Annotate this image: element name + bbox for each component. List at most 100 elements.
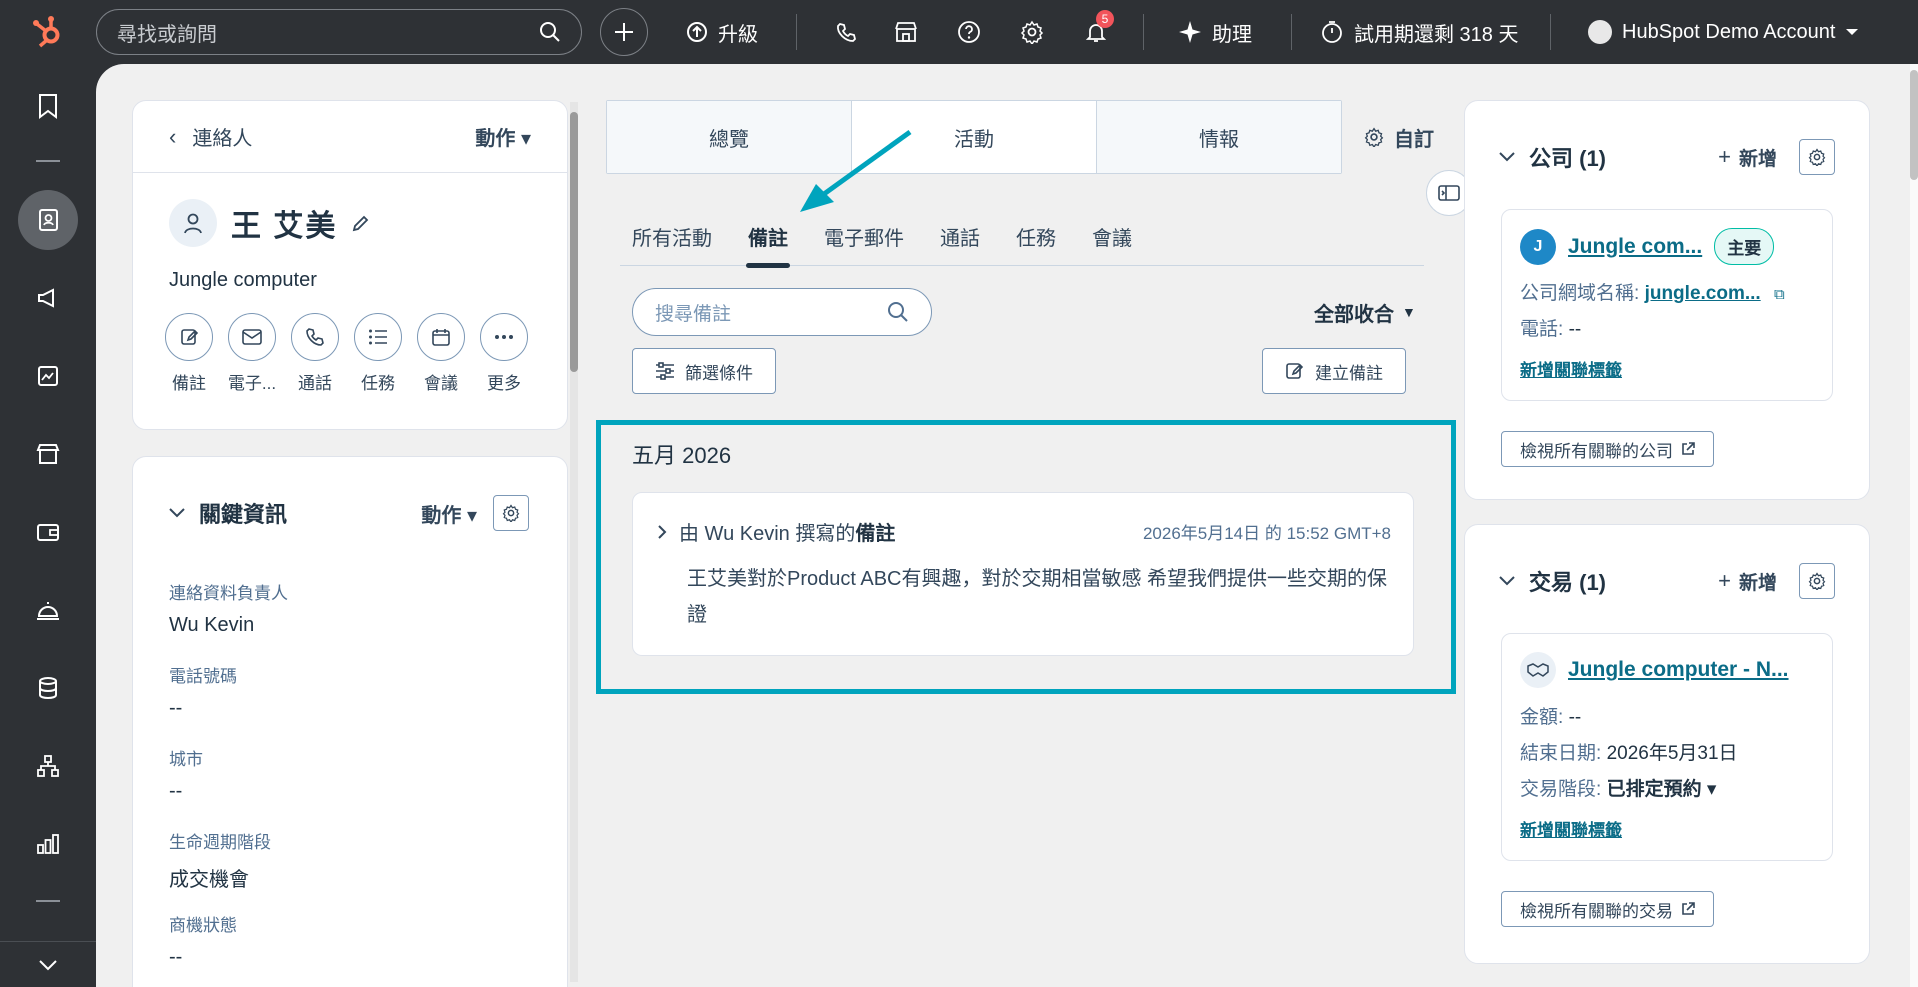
property-contact-owner[interactable]: 連絡資料負責人 Wu Kevin bbox=[169, 579, 288, 637]
global-search-input[interactable]: 尋找或詢問 bbox=[96, 9, 582, 55]
create-note-button[interactable]: 建立備註 bbox=[1262, 348, 1406, 394]
add-deal-button[interactable]: + 新增 bbox=[1718, 568, 1777, 595]
notification-count-badge: 5 bbox=[1096, 10, 1114, 28]
contacts-icon[interactable] bbox=[18, 190, 78, 250]
scrollbar-thumb[interactable] bbox=[570, 112, 578, 372]
key-info-actions-dropdown[interactable]: 動作 ▾ bbox=[421, 499, 477, 528]
subtab-emails[interactable]: 電子郵件 bbox=[806, 206, 922, 266]
property-phone[interactable]: 電話號碼 -- bbox=[169, 662, 237, 720]
key-info-settings-button[interactable] bbox=[493, 495, 529, 531]
trial-status-button[interactable]: 試用期還剩 318 天 bbox=[1320, 0, 1518, 64]
contact-header-bar: ‹ 連絡人 動作 ▾ bbox=[133, 101, 567, 173]
subtab-calls[interactable]: 通話 bbox=[922, 206, 998, 266]
data-database-icon[interactable] bbox=[18, 658, 78, 718]
tab-activities[interactable]: 活動 bbox=[852, 101, 1097, 173]
contact-name-row: 王 艾美 bbox=[169, 199, 371, 247]
chevron-down-icon[interactable] bbox=[1499, 576, 1515, 586]
company-title-row: J Jungle com... 主要 bbox=[1520, 228, 1775, 265]
property-lead-status[interactable]: 商機狀態 -- bbox=[169, 911, 237, 969]
customize-tabs-button[interactable]: 自訂 bbox=[1364, 100, 1434, 174]
view-all-companies-button[interactable]: 檢視所有關聯的公司 bbox=[1501, 431, 1714, 467]
subtab-notes[interactable]: 備註 bbox=[730, 206, 806, 268]
commerce-store-icon[interactable] bbox=[18, 424, 78, 484]
quick-action-meeting[interactable]: 會議 bbox=[417, 313, 465, 394]
scrollbar-thumb[interactable] bbox=[1910, 70, 1918, 180]
quick-action-note[interactable]: 備註 bbox=[165, 313, 213, 394]
back-to-contacts-link[interactable]: 連絡人 bbox=[192, 122, 252, 151]
copy-icon[interactable]: ⧉ bbox=[1774, 286, 1785, 303]
left-column-scrollbar[interactable] bbox=[570, 102, 578, 982]
divider bbox=[1143, 14, 1144, 50]
deal-name-link[interactable]: Jungle computer - N... bbox=[1568, 658, 1789, 682]
notifications-bell-icon[interactable]: 5 bbox=[1082, 10, 1114, 46]
divider bbox=[1291, 14, 1292, 50]
subtab-meetings[interactable]: 會議 bbox=[1074, 206, 1150, 266]
upgrade-button[interactable]: 升級 bbox=[686, 0, 758, 64]
content-icon[interactable] bbox=[18, 346, 78, 406]
main-content-area: ‹ 連絡人 動作 ▾ 王 艾美 Jungle computer 備註 電子...… bbox=[96, 64, 1918, 987]
filter-label: 篩選條件 bbox=[685, 363, 753, 383]
wallet-icon[interactable] bbox=[18, 502, 78, 562]
marketplace-icon[interactable] bbox=[892, 18, 920, 46]
expand-rail-button[interactable] bbox=[0, 941, 96, 987]
bookmark-icon[interactable] bbox=[18, 76, 78, 136]
settings-gear-icon[interactable] bbox=[1018, 18, 1046, 46]
search-notes-input[interactable]: 搜尋備註 bbox=[632, 288, 932, 336]
key-info-card: 關鍵資訊 動作 ▾ 連絡資料負責人 Wu Kevin 電話號碼 -- 城市 --… bbox=[132, 456, 568, 987]
add-association-label-link[interactable]: 新增關聯標籤 bbox=[1520, 356, 1622, 381]
filter-button[interactable]: 篩選條件 bbox=[632, 348, 776, 394]
reports-bar-chart-icon[interactable] bbox=[18, 814, 78, 874]
chevron-right-icon[interactable] bbox=[657, 524, 667, 540]
help-icon[interactable] bbox=[955, 18, 983, 46]
property-label: 生命週期階段 bbox=[169, 833, 271, 852]
phone-icon[interactable] bbox=[832, 18, 860, 46]
property-lifecycle-stage[interactable]: 生命週期階段 成交機會 bbox=[169, 828, 271, 892]
deals-settings-button[interactable] bbox=[1799, 563, 1835, 599]
hubspot-logo-icon[interactable] bbox=[0, 0, 96, 64]
view-all-deals-label: 檢視所有關聯的交易 bbox=[1520, 901, 1673, 921]
service-bell-icon[interactable] bbox=[18, 580, 78, 640]
companies-settings-button[interactable] bbox=[1799, 139, 1835, 175]
plus-icon: + bbox=[1718, 568, 1731, 593]
search-notes-placeholder: 搜尋備註 bbox=[655, 303, 732, 325]
global-search-placeholder: 尋找或詢問 bbox=[117, 23, 217, 46]
add-association-label-link[interactable]: 新增關聯標籤 bbox=[1520, 816, 1622, 841]
tab-overview[interactable]: 總覽 bbox=[607, 101, 852, 173]
add-company-button[interactable]: + 新增 bbox=[1718, 144, 1777, 171]
note-body-text: 王艾美對於Product ABC有興趣，對於交期相當敏感 希望我們提供一些交期的… bbox=[687, 568, 1388, 626]
view-all-deals-button[interactable]: 檢視所有關聯的交易 bbox=[1501, 891, 1714, 927]
edit-pencil-icon[interactable] bbox=[351, 213, 371, 233]
stage-value: 已排定預約 bbox=[1606, 779, 1702, 800]
chevron-down-icon[interactable] bbox=[1499, 152, 1515, 162]
deals-card: 交易 (1) + 新增 Jungle computer - N... 金額: --… bbox=[1464, 524, 1870, 964]
company-name-link[interactable]: Jungle com... bbox=[1568, 235, 1702, 259]
automation-hierarchy-icon[interactable] bbox=[18, 736, 78, 796]
caret-down-icon bbox=[1846, 29, 1859, 35]
collapse-all-dropdown[interactable]: 全部收合 ▼ bbox=[1314, 288, 1416, 336]
subtab-tasks[interactable]: 任務 bbox=[998, 206, 1074, 266]
left-navigation-rail bbox=[0, 64, 96, 987]
chevron-down-icon[interactable] bbox=[169, 508, 185, 518]
note-icon bbox=[165, 313, 213, 361]
quick-action-email[interactable]: 電子... bbox=[228, 313, 276, 394]
subtab-all-activities[interactable]: 所有活動 bbox=[620, 206, 730, 266]
quick-action-task[interactable]: 任務 bbox=[354, 313, 402, 394]
quick-action-call[interactable]: 通話 bbox=[291, 313, 339, 394]
upgrade-arrow-icon bbox=[687, 22, 707, 42]
account-name: HubSpot Demo Account bbox=[1622, 20, 1836, 43]
add-deal-label: 新增 bbox=[1738, 572, 1777, 594]
assistant-button[interactable]: 助理 bbox=[1178, 0, 1252, 64]
create-new-button[interactable] bbox=[600, 8, 648, 56]
chevron-left-icon[interactable]: ‹ bbox=[169, 124, 176, 150]
property-city[interactable]: 城市 -- bbox=[169, 745, 203, 803]
account-menu[interactable]: HubSpot Demo Account bbox=[1588, 0, 1859, 64]
company-domain-link[interactable]: jungle.com... bbox=[1645, 283, 1761, 304]
page-scrollbar[interactable] bbox=[1910, 64, 1918, 987]
deal-stage-dropdown[interactable]: 已排定預約 ▾ bbox=[1607, 779, 1717, 800]
quick-action-more[interactable]: 更多 bbox=[480, 313, 528, 394]
marketing-megaphone-icon[interactable] bbox=[18, 268, 78, 328]
tab-intelligence[interactable]: 情報 bbox=[1097, 101, 1341, 173]
note-activity-card[interactable]: 由 Wu Kevin 撰寫的 備註 2026年5月14日 的 15:52 GMT… bbox=[632, 492, 1414, 656]
contact-name: 王 艾美 bbox=[231, 210, 338, 243]
contact-actions-dropdown[interactable]: 動作 ▾ bbox=[475, 122, 531, 151]
